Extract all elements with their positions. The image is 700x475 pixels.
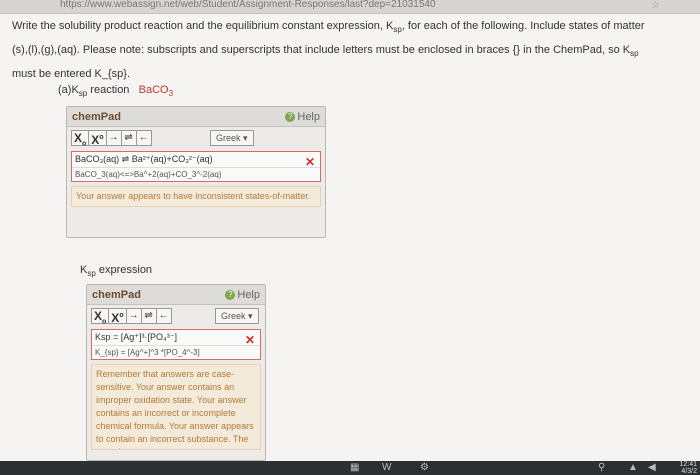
part-a-label: (a)Ksp reaction BaCO3 — [58, 84, 173, 98]
ksp-suffix: expression — [95, 264, 153, 276]
bookmark-star-icon[interactable]: ☆ — [651, 1, 660, 11]
chempad2-title: chemPad — [92, 289, 141, 301]
instructions-text-2: (s),(l),(g),(aq). Please note: subscript… — [12, 44, 631, 57]
instructions-sub-2: sp — [630, 49, 639, 59]
ksp-expression-label: Ksp expression — [80, 264, 152, 278]
chempad-toolbar: Xo Xo → ⇌ ← Greek ▾ — [67, 127, 325, 149]
help-button-2[interactable]: ? Help — [225, 285, 260, 305]
person-icon[interactable]: ⚲ — [598, 462, 605, 473]
chempad-title: chemPad — [72, 111, 121, 123]
instructions-text-1: Write the solubility product reaction an… — [12, 20, 394, 32]
taskbar-app-icon[interactable]: ▦ — [350, 462, 359, 473]
superscript-button[interactable]: Xo — [88, 130, 107, 147]
greek-label: Greek — [216, 133, 241, 143]
right-arrow-button-2[interactable]: → — [125, 308, 142, 324]
chempad-expression: chemPad ? Help Xo Xo → ⇌ ← Greek ▾ Ksp = [Ag⁺… — [86, 284, 266, 461]
chempad-header: chemPad ? Help — [67, 107, 325, 127]
network-icon[interactable]: ▲ — [628, 462, 638, 473]
equilibrium-arrow-button-2[interactable]: ⇌ — [140, 308, 157, 324]
greek-dropdown[interactable]: Greek ▾ — [210, 130, 254, 146]
clock-date: 4/3/2 — [681, 468, 697, 475]
clock-time: 12:41 — [679, 461, 697, 468]
ksp-sub: sp — [87, 269, 96, 279]
rendered-answer: BaCO₃(aq) ⇌ Ba²⁺(aq)+CO₃²⁻(aq) — [75, 154, 213, 164]
assignment-page: Write the solubility product reaction an… — [0, 14, 700, 461]
question-instructions: Write the solubility product reaction an… — [12, 16, 692, 84]
chempad2-header: chemPad ? Help — [87, 285, 265, 305]
greek-dropdown-2[interactable]: Greek ▾ — [215, 308, 259, 324]
volume-icon[interactable]: ◀ — [648, 462, 656, 473]
help-icon-2: ? — [225, 290, 236, 301]
equilibrium-arrow-button[interactable]: ⇌ — [120, 130, 137, 146]
left-arrow-button-2[interactable]: ← — [155, 308, 172, 324]
rendered-answer-2: Ksp = [Ag⁺]³·[PO₄³⁻] — [95, 332, 177, 342]
instructions-text-1b: , for each of the following. Include sta… — [401, 20, 645, 32]
settings-gear-icon[interactable]: ⚙ — [420, 462, 429, 473]
right-arrow-button[interactable]: → — [105, 130, 122, 146]
part-a-prefix: (a)K — [58, 84, 79, 96]
superscript-button-2[interactable]: Xo — [108, 308, 127, 325]
url-text: https://www.webassign.net/web/Student/As… — [60, 0, 436, 10]
chempad-reaction: chemPad ? Help Xo Xo → ⇌ ← Greek ▾ BaCO₃(aq) … — [66, 106, 326, 238]
incorrect-x-icon-2: ✕ — [244, 333, 255, 347]
part-a-suffix: reaction — [87, 84, 130, 96]
raw-answer-2: K_{sp} = [Ag^+]^3 *[PO_4^-3] — [92, 345, 260, 359]
subscript-button-2[interactable]: Xo — [91, 308, 110, 325]
part-a-sub: sp — [78, 89, 88, 99]
part-a-formula: BaCO3 — [138, 84, 174, 99]
raw-answer: BaCO_3(aq)<=>Ba^+2(aq)+CO_3^-2(aq) — [72, 167, 320, 181]
help-label: Help — [297, 111, 320, 123]
subscript-button[interactable]: Xo — [71, 130, 90, 147]
chempad2-toolbar: Xo Xo → ⇌ ← Greek ▾ — [87, 305, 265, 327]
instructions-sub-1: sp — [393, 25, 402, 35]
left-arrow-button[interactable]: ← — [135, 130, 152, 146]
help-icon: ? — [285, 112, 296, 123]
incorrect-x-icon: ✕ — [304, 155, 315, 169]
feedback-message: Your answer appears to have inconsistent… — [71, 186, 321, 207]
windows-taskbar: ▦ W ⚙ ⚲ ▲ ◀ 12:41 4/3/2 — [0, 461, 700, 475]
help-label-2: Help — [237, 289, 260, 301]
help-button[interactable]: ? Help — [285, 107, 320, 127]
instructions-text-3: must be entered K_{sp}. — [12, 68, 131, 81]
answer-field[interactable]: BaCO₃(aq) ⇌ Ba²⁺(aq)+CO₃²⁻(aq) BaCO_3(aq… — [71, 151, 321, 182]
browser-url-bar[interactable]: https://www.webassign.net/web/Student/As… — [0, 0, 700, 14]
feedback-message-2: Remember that answers are case-sensitive… — [91, 364, 261, 450]
answer-field-2[interactable]: Ksp = [Ag⁺]³·[PO₄³⁻] K_{sp} = [Ag^+]^3 *… — [91, 329, 261, 360]
greek-label-2: Greek — [221, 311, 246, 321]
system-clock[interactable]: 12:41 4/3/2 — [679, 461, 697, 475]
word-icon[interactable]: W — [382, 462, 391, 473]
